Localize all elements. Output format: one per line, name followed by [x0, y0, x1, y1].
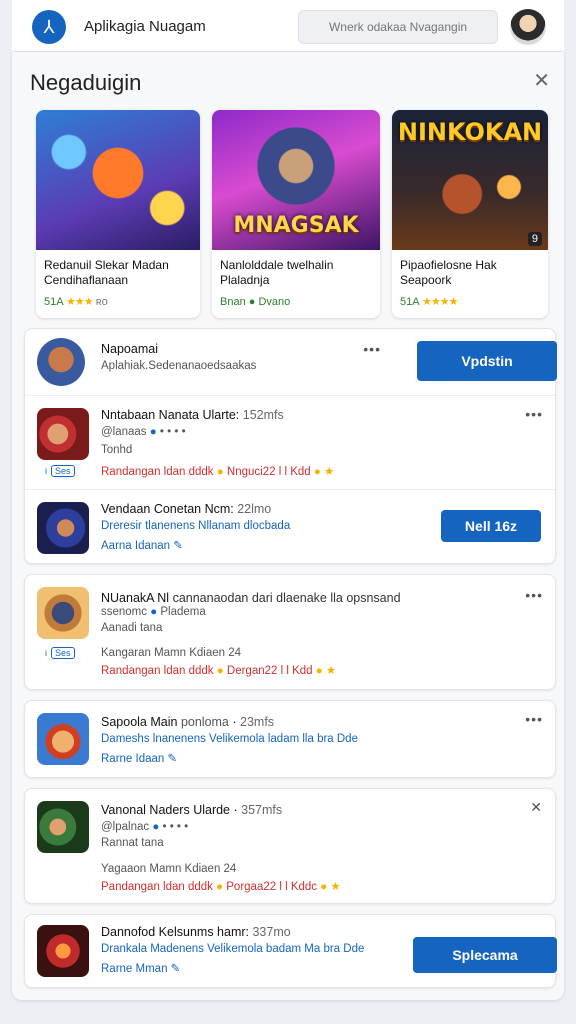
- item-meta: Aarna Idanan ✎: [101, 540, 183, 552]
- item-subtitle: Dameshs lnanenens Velikemola ladam lla b…: [101, 733, 358, 745]
- item-highlight: Randangan ldan dddk ● Dergan22 l l Kdd ●…: [101, 665, 337, 677]
- item-subtitle: Drankala Madenens Velikemola badam Ma br…: [101, 943, 365, 955]
- close-icon[interactable]: ✕: [530, 799, 543, 816]
- game-icon: [37, 502, 89, 554]
- list-item[interactable]: Nntabaan Nanata Ularte: 152mfs @lanaas ●…: [25, 395, 555, 489]
- search-input[interactable]: [298, 10, 498, 44]
- game-icon: [37, 587, 89, 639]
- app-logo-icon[interactable]: ⅄: [32, 10, 66, 44]
- notification-card[interactable]: Dannofod Kelsunms hamr: 337mo Drankala M…: [24, 914, 557, 988]
- item-title: Vanonal Naders Ularde · 357mfs: [101, 803, 283, 817]
- count-badge: 9: [527, 232, 542, 246]
- featured-card[interactable]: MNAGSAK Nanlolddale twelhalin Plaladnja …: [212, 110, 380, 318]
- panel-title: Negaduigin: [30, 70, 142, 95]
- featured-game-image: NINKOKAN 9: [392, 110, 548, 250]
- game-avatar-icon: [37, 338, 85, 386]
- notification-card[interactable]: Vanonal Naders Ularde · 357mfs @lpalnac …: [24, 788, 556, 904]
- item-subtitle: ssenomc ● Pladema: [101, 606, 206, 618]
- item-meta: Rarne Mman ✎: [101, 963, 181, 975]
- notification-group: Napoamai Aplahiak.Sedenanaoedsaakas ••• …: [24, 328, 557, 565]
- featured-meta: 51A ★★★★: [400, 296, 458, 308]
- game-icon: [37, 801, 89, 853]
- item-title: NUanakA Nl cannanaodan dari dlaenake lla…: [101, 591, 401, 605]
- featured-game-image: [36, 110, 200, 250]
- item-title: Vendaan Conetan Ncm: 22lmo: [101, 502, 272, 516]
- item-detail: Yagaaon Mamn Kdiaen 24: [101, 863, 237, 875]
- item-title: Dannofod Kelsunms hamr: 337mo: [101, 925, 291, 939]
- featured-card[interactable]: NINKOKAN 9 Pipaofielosne Hak Seapoork 51…: [392, 110, 548, 318]
- item-detail: Rannat tana: [101, 837, 164, 849]
- featured-game-image: MNAGSAK: [212, 110, 380, 250]
- item-detail: Aanadi tana: [101, 622, 163, 634]
- game-icon: [37, 713, 89, 765]
- user-avatar[interactable]: [510, 9, 546, 45]
- item-detail: Tonhd: [101, 444, 133, 456]
- item-highlight: Pandangan ldan dddk ● Porgaa22 l l Kddc …: [101, 881, 341, 893]
- update-button[interactable]: Vpdstin: [417, 341, 557, 381]
- item-author: @lanaas ● • • • •: [101, 426, 186, 438]
- list-item[interactable]: Vendaan Conetan Ncm: 22lmo Dreresir tlan…: [25, 489, 555, 565]
- featured-meta: Bnan ● Dvano: [220, 296, 291, 308]
- game-icon: [37, 408, 89, 460]
- item-highlight: Randangan ldan dddk ● Nnguci22 l l Kdd ●…: [101, 466, 335, 478]
- item-author: @lpalnac ● • • • •: [101, 821, 189, 833]
- notification-card[interactable]: Sapoola Main ponloma · 23mfs Dameshs lna…: [24, 700, 556, 778]
- item-title: Sapoola Main ponloma · 23mfs: [101, 715, 275, 729]
- notification-card[interactable]: NUanakA Nl cannanaodan dari dlaenake lla…: [24, 574, 556, 690]
- featured-title: Nanlolddale twelhalin Plaladnja: [220, 258, 334, 287]
- app-title: Aplikagia Nuagam: [84, 18, 206, 35]
- play-button[interactable]: Splecama: [413, 937, 557, 973]
- featured-card[interactable]: Redanuil Slekar Madan Cendihaflanaan 51A…: [36, 110, 200, 318]
- install-button[interactable]: Nell 16z: [441, 510, 541, 542]
- platform-badge: i Ses: [45, 465, 75, 477]
- featured-overlay-text: NINKOKAN: [397, 118, 543, 146]
- featured-overlay-text: MNAGSAK: [233, 213, 359, 238]
- notification-panel: Negaduigin ✕ Redanuil Slekar Madan Cendi…: [12, 52, 564, 1000]
- item-title: Napoamai: [101, 342, 158, 356]
- close-icon[interactable]: ✕: [533, 68, 550, 93]
- game-icon: [37, 925, 89, 977]
- more-options-icon[interactable]: •••: [525, 587, 543, 603]
- list-item[interactable]: Napoamai Aplahiak.Sedenanaoedsaakas ••• …: [25, 329, 557, 395]
- featured-meta: 51A ★★★ ʀᴏ: [44, 296, 108, 308]
- item-subtitle: Dreresir tlanenens Nllanam dlocbada: [101, 520, 291, 532]
- platform-badge: i Ses: [45, 647, 75, 659]
- featured-title: Redanuil Slekar Madan Cendihaflanaan: [44, 258, 169, 287]
- more-options-icon[interactable]: •••: [525, 711, 543, 727]
- more-options-icon[interactable]: •••: [363, 341, 381, 357]
- more-options-icon[interactable]: •••: [525, 406, 543, 422]
- item-meta: Rarne Idaan ✎: [101, 753, 178, 765]
- item-detail: Kangaran Mamn Kdiaen 24: [101, 647, 242, 659]
- item-subtitle: Aplahiak.Sedenanaoedsaakas: [101, 360, 257, 372]
- item-title: Nntabaan Nanata Ularte: 152mfs: [101, 408, 284, 422]
- top-bar: ⅄ Aplikagia Nuagam: [12, 0, 564, 52]
- featured-title: Pipaofielosne Hak Seapoork: [400, 258, 497, 287]
